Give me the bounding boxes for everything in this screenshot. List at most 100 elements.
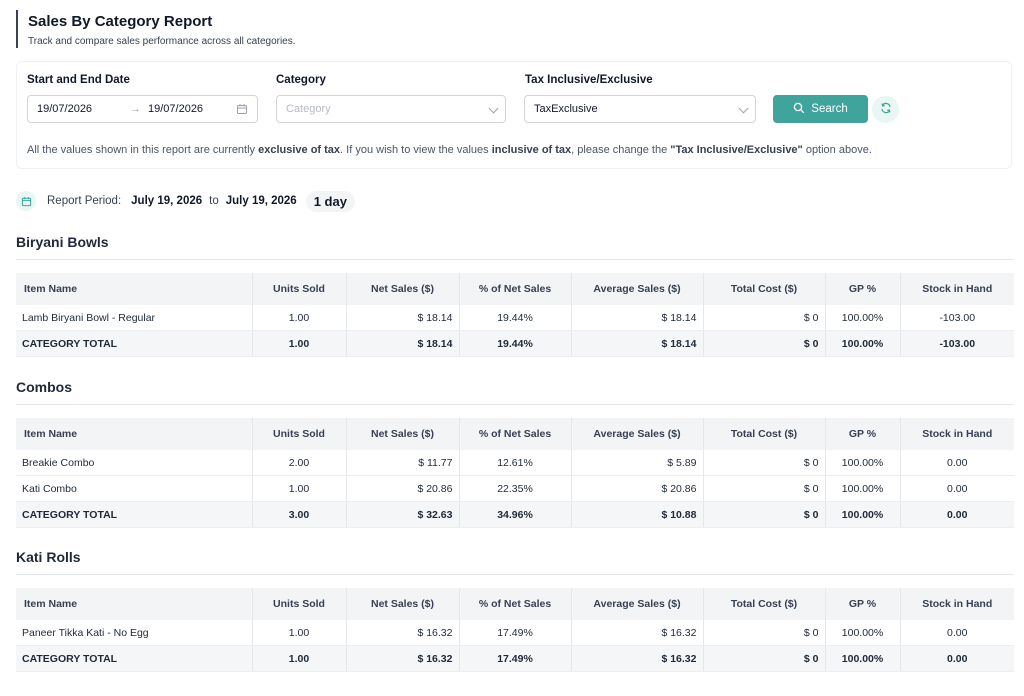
total-stock-in-hand: 0.00	[900, 645, 1014, 672]
cell-units-sold: 1.00	[252, 305, 347, 331]
cell-gp-pct: 100.00%	[825, 475, 901, 502]
date-range-label: Start and End Date	[27, 74, 130, 86]
filter-panel: Start and End Date 19/07/2026 → 19/07/20…	[16, 61, 1012, 169]
column-header-item-name[interactable]: Item Name	[16, 273, 253, 305]
column-header-stock-in-hand[interactable]: Stock in Hand	[900, 418, 1014, 450]
column-header-net-sales[interactable]: Net Sales ($)	[346, 418, 460, 450]
column-header-units-sold[interactable]: Units Sold	[252, 588, 347, 620]
cell-units-sold: 2.00	[252, 450, 347, 476]
category-title: Combos	[16, 379, 72, 395]
period-end: July 19, 2026	[225, 195, 297, 207]
search-button[interactable]: Search	[773, 95, 868, 123]
refresh-icon	[880, 101, 892, 119]
total-total-cost: $ 0	[703, 330, 826, 357]
column-header-units-sold[interactable]: Units Sold	[252, 418, 347, 450]
total-total-cost: $ 0	[703, 501, 826, 528]
category-table: Item Name Units Sold Net Sales ($)% of Net…	[16, 273, 1014, 357]
column-header-gp-pct[interactable]: GP %	[825, 418, 901, 450]
tax-select-value: TaxExclusive	[534, 103, 598, 115]
column-header-stock-in-hand[interactable]: Stock in Hand	[900, 273, 1014, 305]
cell-stock-in-hand: 0.00	[900, 620, 1014, 646]
category-title: Kati Rolls	[16, 549, 81, 565]
category-title: Biryani Bowls	[16, 234, 109, 250]
report-period: Report Period: July 19, 2026 to July 19,…	[16, 190, 355, 212]
column-header-total-cost[interactable]: Total Cost ($)	[703, 588, 826, 620]
column-header-units-sold[interactable]: Units Sold	[252, 273, 347, 305]
page-header: Sales By Category Report Track and compa…	[16, 10, 296, 48]
date-range-picker[interactable]: 19/07/2026 → 19/07/2026	[27, 95, 258, 123]
table-row[interactable]: Lamb Biryani Bowl - Regular 1.00 $ 18.14 19…	[16, 305, 1014, 331]
category-select[interactable]: Category	[276, 95, 506, 123]
page-subtitle: Track and compare sales performance acro…	[28, 36, 296, 47]
category-table: Item Name Units Sold Net Sales ($)% of Net…	[16, 588, 1014, 672]
column-header-avg-sales[interactable]: Average Sales ($)	[571, 273, 704, 305]
total-avg-sales: $ 16.32	[571, 645, 704, 672]
cell-stock-in-hand: 0.00	[900, 475, 1014, 502]
total-item-name: CATEGORY TOTAL	[16, 645, 253, 672]
cell-net-sales: $ 11.77	[346, 450, 460, 476]
column-header-total-cost[interactable]: Total Cost ($)	[703, 273, 826, 305]
total-units-sold: 3.00	[252, 501, 347, 528]
start-date-value[interactable]: 19/07/2026	[37, 103, 92, 115]
column-header-item-name[interactable]: Item Name	[16, 588, 253, 620]
total-pct-net-sales: 17.49%	[459, 645, 572, 672]
page-title: Sales By Category Report	[28, 13, 213, 30]
cell-avg-sales: $ 18.14	[571, 305, 704, 331]
column-header-net-sales[interactable]: Net Sales ($)	[346, 273, 460, 305]
category-placeholder: Category	[286, 103, 331, 115]
total-gp-pct: 100.00%	[825, 645, 901, 672]
column-header-item-name[interactable]: Item Name	[16, 418, 253, 450]
cell-stock-in-hand: -103.00	[900, 305, 1014, 331]
cell-avg-sales: $ 16.32	[571, 620, 704, 646]
calendar-icon	[16, 191, 36, 211]
total-net-sales: $ 18.14	[346, 330, 460, 357]
column-header-total-cost[interactable]: Total Cost ($)	[703, 418, 826, 450]
cell-gp-pct: 100.00%	[825, 305, 901, 331]
table-header-row: Item Name Units Sold Net Sales ($)% of Net…	[16, 418, 1014, 450]
column-header-pct-net-sales[interactable]: % of Net Sales	[459, 418, 572, 450]
cell-total-cost: $ 0	[703, 450, 826, 476]
cell-pct-net-sales: 12.61%	[459, 450, 572, 476]
column-header-stock-in-hand[interactable]: Stock in Hand	[900, 588, 1014, 620]
total-net-sales: $ 16.32	[346, 645, 460, 672]
table-header-row: Item Name Units Sold Net Sales ($)% of Net…	[16, 273, 1014, 305]
column-header-net-sales[interactable]: Net Sales ($)	[346, 588, 460, 620]
total-total-cost: $ 0	[703, 645, 826, 672]
total-avg-sales: $ 18.14	[571, 330, 704, 357]
table-row[interactable]: Breakie Combo 2.00 $ 11.77 12.61% $ 5.89 $ 01…	[16, 450, 1014, 476]
tax-note: All the values shown in this report are …	[27, 144, 872, 156]
cell-gp-pct: 100.00%	[825, 450, 901, 476]
cell-pct-net-sales: 17.49%	[459, 620, 572, 646]
cell-pct-net-sales: 19.44%	[459, 305, 572, 331]
total-net-sales: $ 32.63	[346, 501, 460, 528]
column-header-gp-pct[interactable]: GP %	[825, 273, 901, 305]
table-row[interactable]: Kati Combo 1.00 $ 20.86 22.35% $ 20.86 $ 0 100…	[16, 475, 1014, 502]
cell-total-cost: $ 0	[703, 475, 826, 502]
category-divider	[16, 259, 1014, 260]
tax-label: Tax Inclusive/Exclusive	[525, 74, 653, 86]
column-header-pct-net-sales[interactable]: % of Net Sales	[459, 588, 572, 620]
cell-total-cost: $ 0	[703, 305, 826, 331]
total-stock-in-hand: -103.00	[900, 330, 1014, 357]
arrow-right-icon: →	[130, 103, 141, 115]
cell-net-sales: $ 18.14	[346, 305, 460, 331]
tax-select[interactable]: TaxExclusive	[524, 95, 756, 123]
cell-item-name: Kati Combo	[16, 475, 253, 502]
end-date-value[interactable]: 19/07/2026	[148, 103, 203, 115]
column-header-avg-sales[interactable]: Average Sales ($)	[571, 588, 704, 620]
cell-avg-sales: $ 5.89	[571, 450, 704, 476]
total-units-sold: 1.00	[252, 645, 347, 672]
table-row[interactable]: Paneer Tikka Kati - No Egg 1.00 $ 16.32 17.…	[16, 620, 1014, 646]
period-start: July 19, 2026	[131, 195, 203, 207]
cell-avg-sales: $ 20.86	[571, 475, 704, 502]
total-gp-pct: 100.00%	[825, 501, 901, 528]
days-badge: 1 day	[305, 190, 355, 212]
total-pct-net-sales: 19.44%	[459, 330, 572, 357]
column-header-avg-sales[interactable]: Average Sales ($)	[571, 418, 704, 450]
cell-total-cost: $ 0	[703, 620, 826, 646]
cell-item-name: Paneer Tikka Kati - No Egg	[16, 620, 253, 646]
column-header-pct-net-sales[interactable]: % of Net Sales	[459, 273, 572, 305]
refresh-button[interactable]	[872, 96, 899, 123]
total-pct-net-sales: 34.96%	[459, 501, 572, 528]
column-header-gp-pct[interactable]: GP %	[825, 588, 901, 620]
